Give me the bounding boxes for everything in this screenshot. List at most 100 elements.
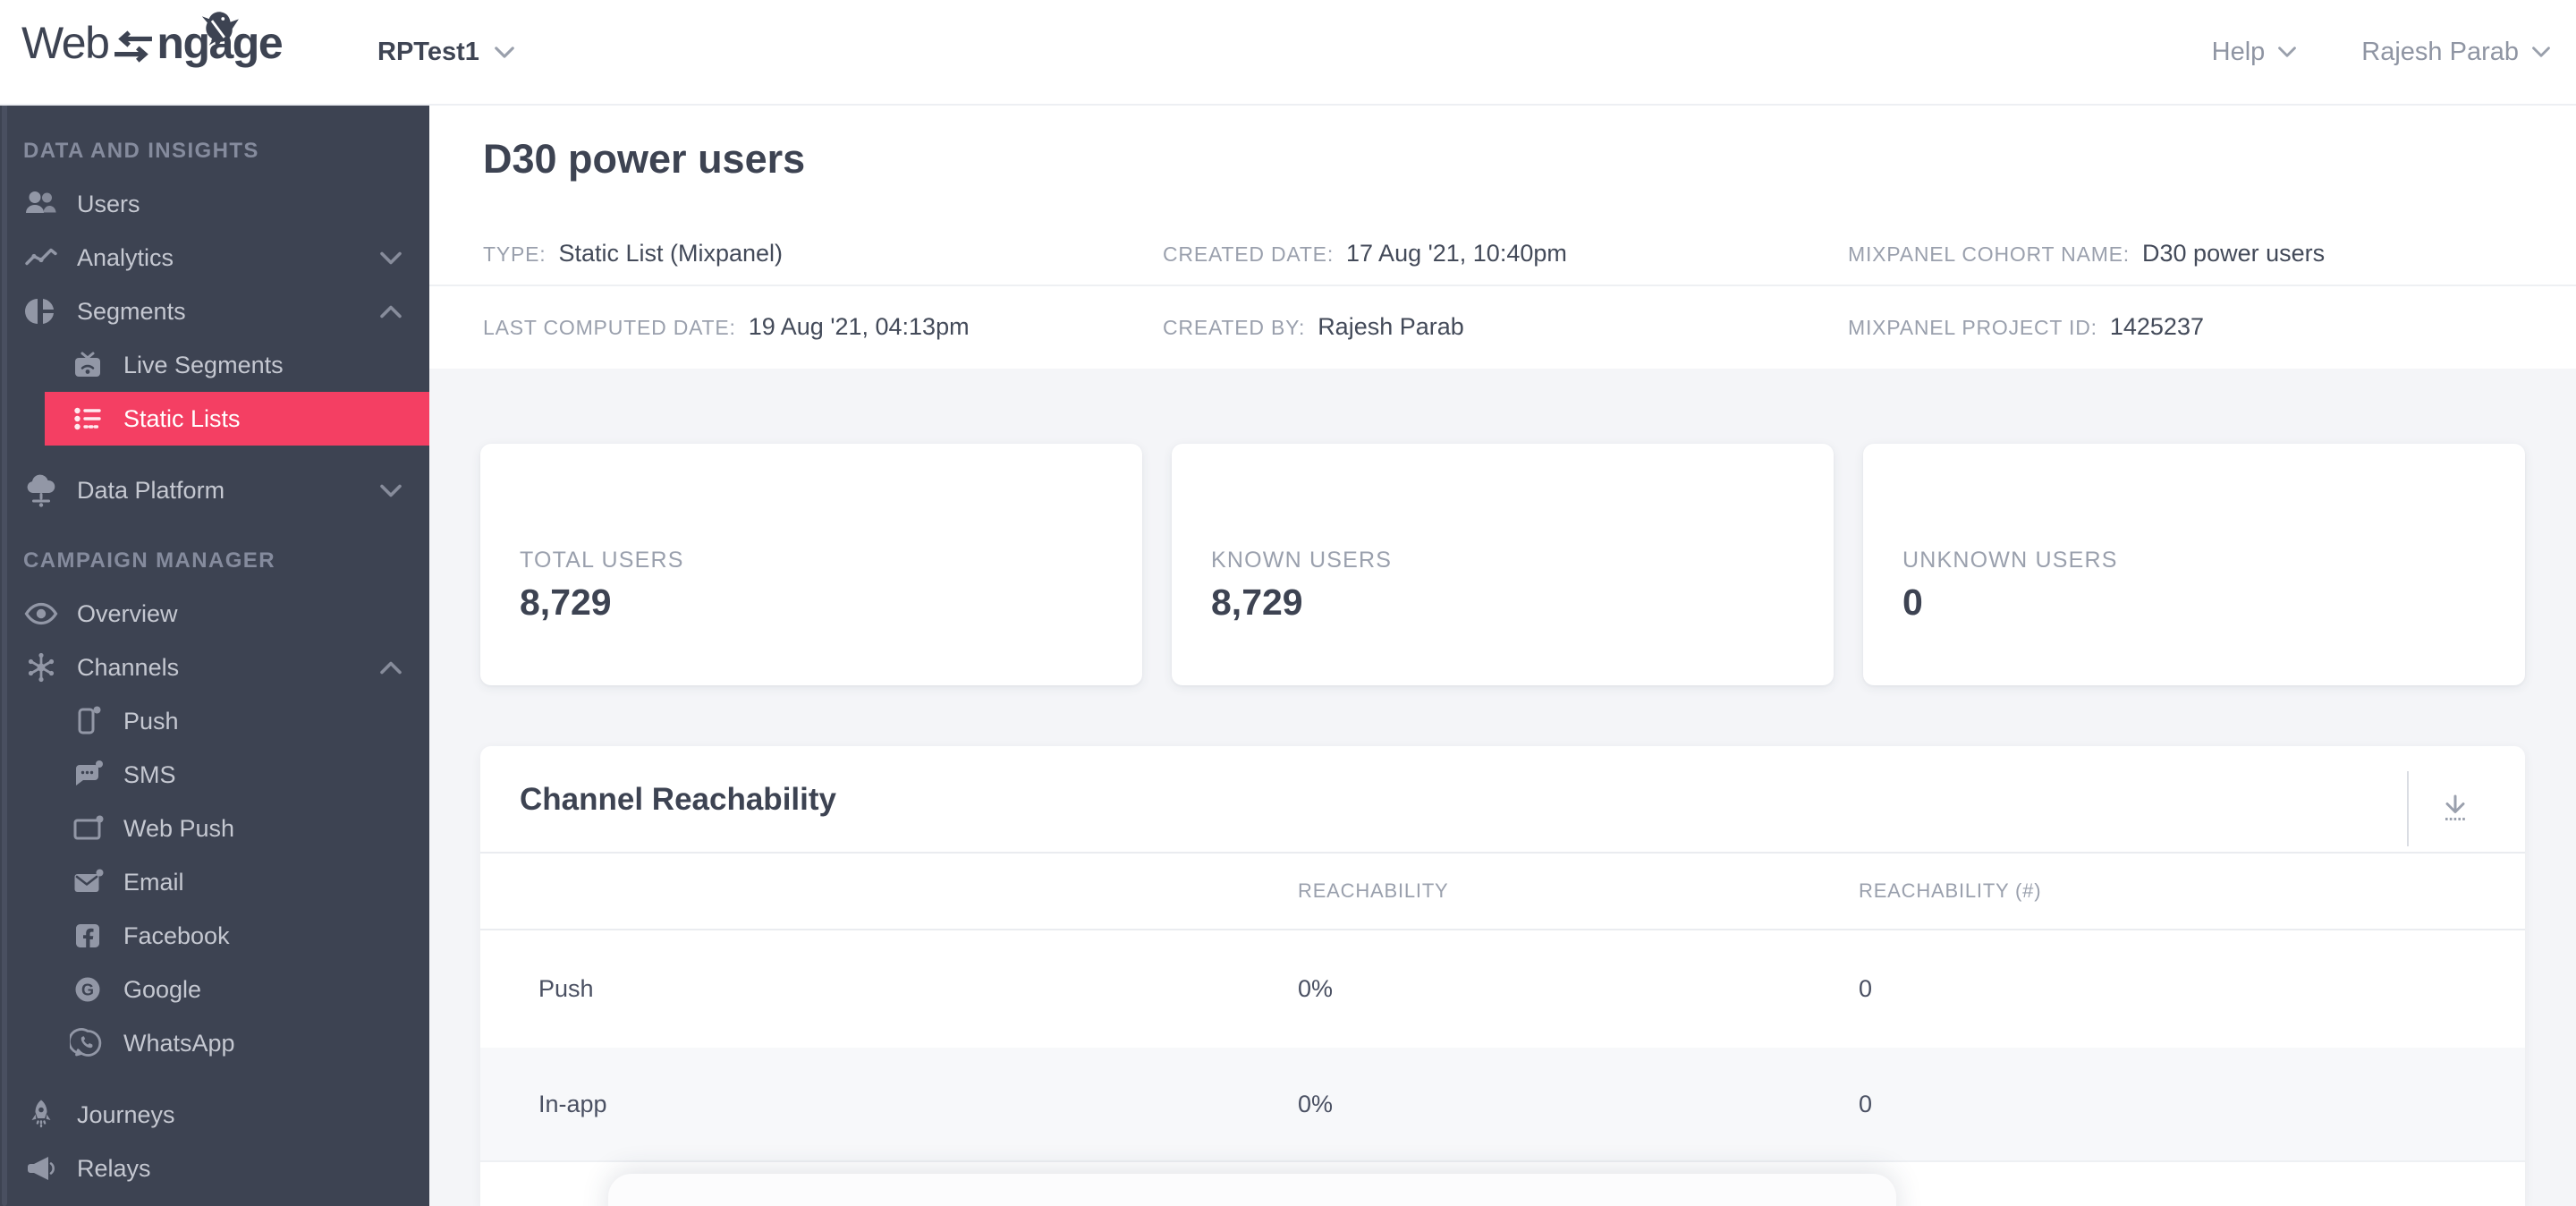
total-users-card: TOTAL USERS 8,729 [480, 444, 1142, 685]
sidebar-item-email[interactable]: Email [0, 855, 429, 909]
meta-mixpanel-cohort-name: MIXPANEL COHORT NAME: D30 power users [1848, 240, 2325, 268]
webengage-logo[interactable]: Web ngage [21, 12, 284, 72]
eye-icon [24, 602, 58, 625]
meta-value: 19 Aug '21, 04:13pm [748, 313, 970, 340]
card-label: UNKNOWN USERS [1902, 548, 2118, 573]
panel-title: Channel Reachability [520, 782, 836, 817]
meta-label: CREATED DATE: [1163, 242, 1335, 266]
download-button[interactable] [2423, 777, 2487, 841]
user-name: Rajesh Parab [2361, 37, 2519, 66]
meta-mixpanel-project-id: MIXPANEL PROJECT ID: 1425237 [1848, 313, 2204, 341]
chevron-down-icon [379, 244, 402, 272]
sidebar-item-relays[interactable]: Relays [0, 1142, 429, 1195]
sidebar-item-label: Data Platform [77, 476, 225, 504]
sidebar-item-live-segments[interactable]: Live Segments [0, 338, 429, 392]
sidebar-item-label: Journeys [77, 1100, 175, 1128]
meta-type: TYPE: Static List (Mixpanel) [483, 240, 783, 268]
segments-icon [25, 299, 54, 324]
user-menu[interactable]: Rajesh Parab [2361, 38, 2551, 67]
column-header-reachability-count: REACHABILITY (#) [1859, 879, 2042, 902]
help-label: Help [2211, 37, 2266, 66]
sidebar-item-data-platform[interactable]: Data Platform [0, 463, 429, 517]
sidebar-item-whatsapp[interactable]: WhatsApp [0, 1016, 429, 1070]
meta-label: MIXPANEL PROJECT ID: [1848, 316, 2097, 339]
email-channel-icon [74, 869, 104, 892]
sidebar-item-label: Relays [77, 1154, 151, 1182]
help-menu[interactable]: Help [2212, 38, 2298, 67]
sidebar-item-label: Analytics [77, 243, 174, 271]
sidebar-item-label: Push [123, 707, 179, 735]
sidebar-item-channels[interactable]: Channels [0, 641, 429, 694]
logo-text-web: Web [21, 18, 110, 68]
section-campaign-manager: CAMPAIGN MANAGER [23, 548, 275, 573]
sidebar-item-analytics[interactable]: Analytics [0, 231, 429, 285]
sidebar-item-sms[interactable]: SMS [0, 748, 429, 802]
section-data-and-insights: DATA AND INSIGHTS [23, 139, 259, 163]
project-selector[interactable]: RPTest1 [377, 0, 515, 104]
cell-reachability-count: 0 [1859, 975, 1873, 1002]
meta-value: Static List (Mixpanel) [558, 240, 784, 267]
meta-created-date: CREATED DATE: 17 Aug '21, 10:40pm [1163, 240, 1567, 268]
card-value: 0 [1902, 582, 1923, 623]
data-platform-icon [27, 474, 55, 507]
logo-arrows-icon [114, 30, 153, 63]
meta-value: 1425237 [2109, 313, 2204, 340]
cell-reachability-count: 0 [1859, 1091, 1873, 1117]
live-segments-icon [75, 352, 100, 377]
page-title: D30 power users [483, 136, 806, 182]
sidebar-item-label: Static Lists [123, 404, 241, 432]
sidebar: DATA AND INSIGHTS Users Analytics Segmen… [0, 104, 429, 1206]
unknown-users-card: UNKNOWN USERS 0 [1863, 444, 2525, 685]
top-bar: Web ngage RPTest1 Help Rajesh Parab [0, 0, 2576, 106]
logo-bird-icon [201, 12, 239, 50]
download-icon [2445, 794, 2465, 820]
sidebar-item-label: Email [123, 868, 184, 896]
sms-channel-icon [76, 760, 103, 786]
column-header-reachability: REACHABILITY [1298, 879, 1449, 902]
bottom-scroll-shadow [608, 1174, 1896, 1206]
meta-divider [429, 285, 2576, 286]
relays-megaphone-icon [28, 1157, 55, 1180]
journeys-rocket-icon [31, 1100, 51, 1128]
meta-label: CREATED BY: [1163, 316, 1306, 339]
meta-label: LAST COMPUTED DATE: [483, 316, 736, 339]
main-content: D30 power users TYPE: Static List (Mixpa… [429, 104, 2576, 1206]
card-value: 8,729 [1211, 582, 1303, 623]
sidebar-nav: DATA AND INSIGHTS Users Analytics Segmen… [0, 104, 429, 1195]
sidebar-item-journeys[interactable]: Journeys [0, 1088, 429, 1142]
chevron-up-icon [379, 298, 402, 326]
google-icon: G [75, 977, 100, 1002]
known-users-card: KNOWN USERS 8,729 [1172, 444, 1834, 685]
whatsapp-icon [70, 1028, 102, 1057]
cell-channel: In-app [538, 1091, 607, 1117]
sidebar-item-label: SMS [123, 760, 176, 788]
sidebar-item-static-lists[interactable]: Static Lists [45, 392, 429, 446]
meta-value: Rajesh Parab [1318, 313, 1464, 340]
sidebar-item-google[interactable]: G Google [0, 963, 429, 1016]
chevron-down-icon [2532, 47, 2550, 57]
page-header: D30 power users TYPE: Static List (Mixpa… [429, 104, 2576, 369]
facebook-icon [76, 924, 99, 947]
chevron-down-icon [379, 477, 402, 505]
cell-reachability: 0% [1298, 975, 1334, 1002]
sidebar-item-overview[interactable]: Overview [0, 587, 429, 641]
sidebar-item-web-push[interactable]: Web Push [0, 802, 429, 855]
push-channel-icon [78, 706, 101, 735]
sidebar-item-push[interactable]: Push [0, 694, 429, 748]
sidebar-item-label: Segments [77, 297, 186, 325]
topbar-right-menu: Help Rajesh Parab [2212, 0, 2551, 104]
table-row: Push 0% 0 [480, 930, 2525, 1048]
meta-label: TYPE: [483, 242, 547, 266]
sidebar-item-label: Users [77, 190, 140, 217]
sidebar-item-users[interactable]: Users [0, 177, 429, 231]
chevron-down-icon [2278, 47, 2297, 57]
users-icon [26, 191, 56, 213]
meta-last-computed-date: LAST COMPUTED DATE: 19 Aug '21, 04:13pm [483, 313, 970, 341]
meta-value: D30 power users [2142, 240, 2326, 267]
sidebar-item-label: Overview [77, 599, 178, 627]
meta-created-by: CREATED BY: Rajesh Parab [1163, 313, 1464, 341]
cell-reachability: 0% [1298, 1091, 1334, 1117]
sidebar-item-facebook[interactable]: Facebook [0, 909, 429, 963]
sidebar-item-segments[interactable]: Segments [0, 285, 429, 338]
sidebar-item-label: WhatsApp [123, 1029, 235, 1057]
